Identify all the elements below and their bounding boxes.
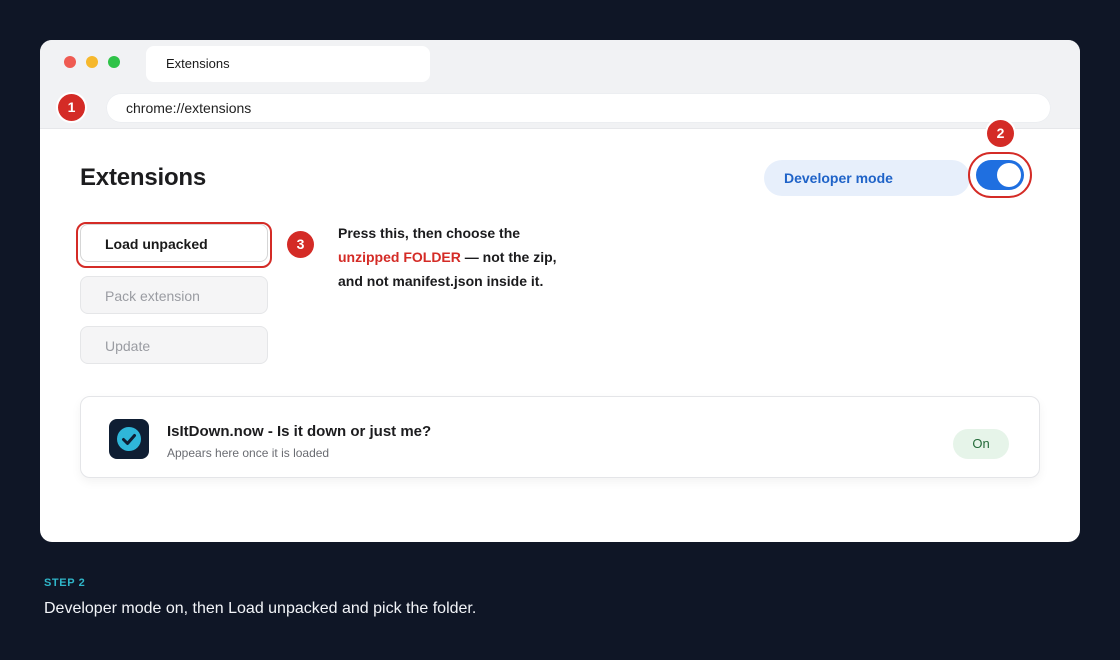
instruction-line-1: Press this, then choose the (338, 225, 521, 241)
developer-mode-toggle[interactable] (976, 160, 1024, 190)
browser-chrome: Extensions chrome://extensions (40, 40, 1080, 129)
step-marker-3: 3 (287, 231, 314, 258)
toggle-knob (997, 163, 1021, 187)
close-window-button[interactable] (64, 56, 76, 68)
address-bar[interactable]: chrome://extensions (106, 93, 1051, 123)
browser-window: Extensions chrome://extensions 1 Extensi… (40, 40, 1080, 542)
extension-card: IsItDown.now - Is it down or just me? Ap… (80, 396, 1040, 478)
instruction-text: Press this, then choose the unzipped FOL… (338, 221, 598, 293)
update-button[interactable]: Update (80, 326, 268, 364)
extension-name: IsItDown.now - Is it down or just me? (167, 423, 432, 440)
instruction-line-2: unzipped FOLDER — not the zip, (338, 245, 598, 269)
minimize-window-button[interactable] (86, 56, 98, 68)
step-marker-1: 1 (58, 94, 85, 121)
tab-extensions[interactable]: Extensions (146, 46, 430, 82)
page-title: Extensions (80, 164, 207, 191)
instruction-line-3: and not manifest.json inside it. (338, 273, 544, 289)
check-circle-icon (109, 419, 149, 459)
load-unpacked-button[interactable]: Load unpacked (80, 224, 268, 262)
pack-extension-button[interactable]: Pack extension (80, 276, 268, 314)
maximize-window-button[interactable] (108, 56, 120, 68)
extension-status-badge[interactable]: On (953, 429, 1009, 459)
developer-mode-label: Developer mode (764, 160, 970, 196)
extension-subtitle: Appears here once it is loaded (167, 446, 330, 460)
instruction-highlight: unzipped FOLDER (338, 249, 461, 265)
instruction-line-2-rest: — not the zip, (460, 249, 557, 265)
step-description: Developer mode on, then Load unpacked an… (44, 600, 477, 617)
step-marker-2: 2 (987, 120, 1014, 147)
step-label: STEP 2 (44, 577, 86, 589)
